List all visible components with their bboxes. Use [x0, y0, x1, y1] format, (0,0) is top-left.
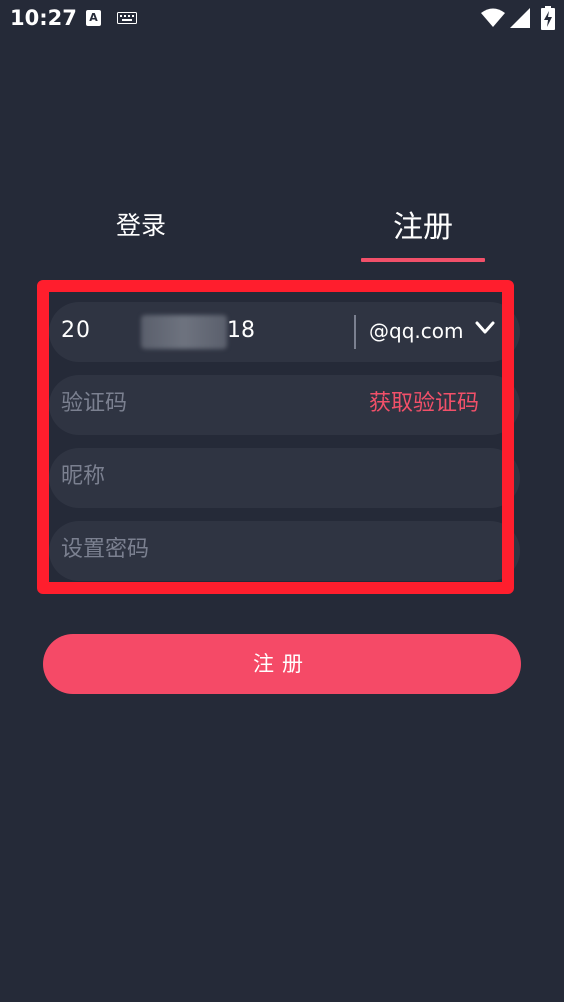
highlight-annotation-box: [37, 280, 514, 594]
battery-icon: [541, 6, 555, 30]
active-tab-indicator: [361, 258, 485, 262]
tab-login[interactable]: 登录: [86, 206, 196, 242]
status-time: 10:27: [10, 6, 77, 30]
register-screen: 10:27 A 登录 注册 20 18 @qq.com 验证码 获取验证码 昵称…: [0, 0, 564, 1002]
notification-a-icon: A: [86, 10, 101, 26]
register-submit-button[interactable]: 注册: [43, 634, 521, 694]
signal-icon: [510, 8, 530, 28]
tab-register[interactable]: 注册: [362, 202, 484, 246]
keyboard-icon: [117, 12, 137, 24]
wifi-icon: [481, 8, 505, 27]
status-bar: 10:27 A: [0, 0, 564, 38]
